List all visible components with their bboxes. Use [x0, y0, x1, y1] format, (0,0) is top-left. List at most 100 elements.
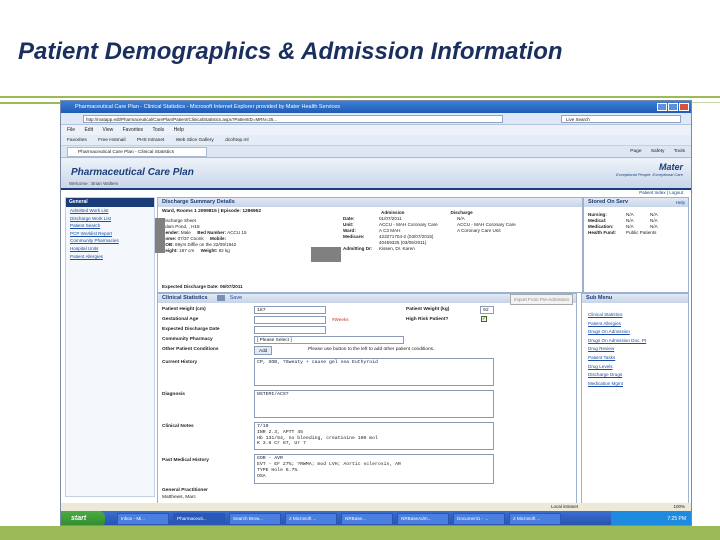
submenu-drug-levels[interactable]: Drug Levels [582, 363, 688, 372]
info-label: Health Fund: [588, 230, 617, 235]
pmh-textarea[interactable]: GOR - AVR EVT - EF 27%; ?RWMA; mod LVH; A… [254, 454, 494, 484]
live-search-field[interactable]: Live Search [561, 115, 681, 123]
menu-edit[interactable]: Edit [84, 127, 93, 133]
right-info-header: Stored On Serv Help [584, 198, 688, 207]
menu-help[interactable]: Help [174, 127, 184, 133]
notes-textarea[interactable]: 7/10 INR 2.3, APTT 45 Hb 131/84, no bleedi… [254, 422, 494, 450]
tools-menu[interactable]: Tools [674, 149, 685, 154]
fav-intranet[interactable]: PHS Intranet [137, 138, 164, 143]
top-links[interactable]: Patient Index | Logout [639, 190, 683, 195]
taskbar-item[interactable]: Document1 - ... [453, 513, 505, 525]
weight-label: Patient Weight (kg) [406, 307, 450, 312]
safety-menu[interactable]: Safety [651, 149, 665, 154]
clock: 7:25 PM [611, 511, 691, 525]
start-button[interactable]: start [61, 511, 105, 525]
height-input[interactable]: 187 [254, 306, 326, 314]
favorites-bar: Favorites Free Hotmail PHS Intranet Web … [61, 135, 691, 146]
taskbar-item[interactable]: NRBaseAdm... [397, 513, 449, 525]
diagnosis-textarea[interactable]: NSTEMI/ACS? [254, 390, 494, 418]
browser-titlebar: Pharmaceutical Care Plan - Clinical Stat… [61, 101, 691, 113]
help-link[interactable]: Help [676, 198, 685, 207]
close-icon[interactable] [679, 103, 689, 111]
taskbar-item[interactable]: Inbox - Mi... [117, 513, 169, 525]
nav-allergies[interactable]: Patient Allergies [66, 253, 154, 261]
tab-row: Pharmaceutical Care Plan - Clinical Stat… [61, 146, 691, 158]
menu-bar: File Edit View Favorites Tools Help [61, 125, 691, 135]
admit-value: Kissen, Dr. Karen [379, 246, 415, 251]
submenu-drug-review[interactable]: Drug Review [582, 345, 688, 354]
demo-label: Weight: [200, 248, 218, 253]
nav-pharmacies[interactable]: Community Pharmacies [66, 237, 154, 245]
minimize-icon[interactable] [657, 103, 667, 111]
submenu-patient-allergies[interactable]: Patient Allergies [582, 320, 688, 329]
zoom-level[interactable]: 100% [673, 503, 685, 511]
fav-webslice[interactable]: Web Slice Gallery [176, 138, 214, 143]
history-textarea[interactable]: CP, SOB, ?Sweaty + cause gel sea Euthyro… [254, 358, 494, 386]
import-button[interactable]: Import From Pre-Admission [509, 294, 573, 305]
fav-dcohtop[interactable]: dcohtop.ml [225, 138, 248, 143]
app-title: Pharmaceutical Care Plan [71, 167, 194, 178]
submenu-clinical-statistics[interactable]: Clinical Statistics [582, 311, 688, 320]
logo-tagline: Exceptional People. Exceptional Care [616, 172, 683, 177]
add-condition-button[interactable]: Add [254, 346, 273, 355]
diagnosis-label: Diagnosis [162, 392, 185, 397]
admission-grid: Admission Discharge Date: 01/07/2011 N/A Un… [343, 210, 516, 251]
disch-value: ACCU - MAH Coronary Care [457, 222, 516, 227]
right-info-grid: Nursing: N/A N/A Medical: N/A N/A Medication… [588, 212, 658, 235]
pharmacy-select[interactable]: [ Please Select ] [254, 336, 404, 344]
gp-value: Matthews, Marc [162, 495, 196, 500]
taskbar-item[interactable]: 2 Microsoft ... [509, 513, 561, 525]
redaction-block [311, 247, 341, 262]
disch-value: A Coronary Care Unit [457, 228, 501, 233]
browser-screenshot: Pharmaceutical Care Plan - Clinical Stat… [60, 100, 692, 526]
taskbar-item[interactable]: Pharmaceuti... [173, 513, 225, 525]
menu-tools[interactable]: Tools [152, 127, 164, 133]
discharge-summary-panel: Discharge Summary Details Ward, Rooms 1 … [157, 197, 583, 293]
nav-discharge[interactable]: Discharge Work List [66, 215, 154, 223]
logo-name: Mater [658, 162, 683, 172]
welcome-text: Welcome : Brian Walters [69, 181, 119, 186]
nav-patient-search[interactable]: Patient Search [66, 222, 154, 230]
save-icon[interactable] [217, 294, 226, 301]
taskbar-item[interactable]: 2 Microsoft ... [285, 513, 337, 525]
expected-discharge: Expected Discharge Date: 06/07/2011 [162, 284, 243, 289]
demo-value: Male [180, 230, 191, 235]
gp-label: General Practitioner [162, 488, 208, 493]
sub-menu-panel: Sub Menu Clinical Statistics Patient All… [581, 293, 689, 505]
maximize-icon[interactable] [668, 103, 678, 111]
submenu-patient-tasks[interactable]: Patient Tasks [582, 354, 688, 363]
favorites-button[interactable]: Favorites [67, 138, 87, 143]
page-menu[interactable]: Page [630, 149, 641, 154]
slide-title: Patient Demographics & Admission Informa… [18, 38, 563, 65]
fav-hotmail[interactable]: Free Hotmail [98, 138, 125, 143]
nav-units[interactable]: Hospital Units [66, 245, 154, 253]
taskbar-item[interactable]: NRBase... [341, 513, 393, 525]
nav-admitted[interactable]: Admitted Work List [66, 207, 154, 215]
nav-pcp-report[interactable]: PCP Worklist Report [66, 230, 154, 238]
expected-discharge-input[interactable] [254, 326, 326, 334]
weight-input[interactable]: 92 [480, 306, 494, 314]
menu-file[interactable]: File [67, 127, 75, 133]
demo-value: ACCU 15 [227, 230, 247, 235]
demo-value: Adam Pond, , H18 [162, 224, 200, 229]
window-title: Pharmaceutical Care Plan - Clinical Stat… [75, 104, 341, 110]
security-zone: Local intranet [551, 504, 579, 509]
browser-tab[interactable]: Pharmaceutical Care Plan - Clinical Stat… [67, 147, 207, 157]
taskbar-item[interactable]: Search Brow... [229, 513, 281, 525]
url-field[interactable]: http://matapp.edt/Pharmaceutical/CarePla… [83, 115, 503, 123]
demo-value: 07/37 Coonk [177, 236, 204, 241]
save-button[interactable]: Save [230, 295, 243, 301]
left-nav: General Admitted Work List Discharge Wor… [65, 197, 155, 497]
high-risk-checkbox[interactable]: ✓ [481, 316, 487, 322]
left-nav-header: General [66, 198, 154, 207]
submenu-drugs-on-admission[interactable]: Drugs On Admission [582, 328, 688, 337]
submenu-medication-mgmt[interactable]: Medication Mgmt [582, 380, 688, 389]
submenu-drugs-admission-doc[interactable]: Drugs On Admission Doc. Pt [582, 337, 688, 346]
address-bar: http://matapp.edt/Pharmaceutical/CarePla… [61, 113, 691, 125]
menu-favorites[interactable]: Favorites [123, 127, 144, 133]
submenu-discharge-drugs[interactable]: Discharge Drugs [582, 371, 688, 380]
clinical-statistics-panel: Clinical Statistics Save Import From Pre… [157, 293, 577, 505]
gestational-age-label: Gestational Age [162, 317, 199, 322]
menu-view[interactable]: View [102, 127, 113, 133]
gestational-age-input[interactable] [254, 316, 326, 324]
